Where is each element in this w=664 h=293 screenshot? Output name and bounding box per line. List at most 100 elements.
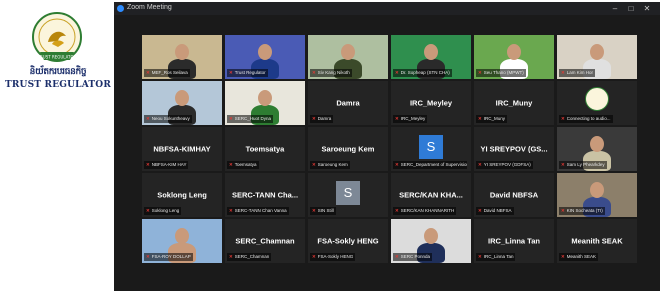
participant-tile[interactable]: ✕ Siv Kang Nikoth [308, 35, 388, 79]
window-title-bar: Zoom Meeting – □ ✕ [114, 2, 660, 15]
participant-head [507, 44, 521, 60]
participant-label: ✕ SIN Still [310, 207, 336, 215]
participant-tile[interactable]: SERC/KAN KHA... ✕ SERC/KAN KHANNARITH [391, 173, 471, 217]
participant-name: FSA-Sokly HENG [317, 236, 379, 246]
participant-name: Soklong Leng [157, 190, 207, 200]
participant-tile[interactable]: ✕ Dr. Sopheap (STN CHA) [391, 35, 471, 79]
muted-microphone-icon: ✕ [478, 254, 482, 259]
participant-tile[interactable]: S ✕ SERC_Department of Supervision [391, 127, 471, 171]
participant-tile[interactable]: Meanith SEAK ✕ Meanith SEAK [557, 219, 637, 263]
participant-name: Meanith SEAK [571, 236, 623, 246]
participant-tile[interactable]: ✕ Sam Ly Phearkdey [557, 127, 637, 171]
participant-label: ✕ YI SREYPOV (GDFSA) [476, 161, 533, 169]
participant-tile[interactable]: SERC-TANN Cha... ✕ SERC-TANN Chan Vanna [225, 173, 305, 217]
muted-microphone-icon: ✕ [312, 208, 316, 213]
participant-label-text: Neou Sokuntheavy [151, 116, 190, 121]
participant-label-text: Toemsatya [234, 162, 257, 167]
participant-label: ✕ Lam Kim Hor [559, 69, 596, 77]
participant-label-text: Seu Thano (MPWT) [483, 70, 524, 75]
participant-label: ✕ IRC_Linna Tan [476, 253, 516, 261]
emblem-ribbon-text: TRUST REGULATOR [37, 55, 77, 60]
participant-tile[interactable]: ✕ Trust Regulator [225, 35, 305, 79]
close-button[interactable]: ✕ [640, 3, 654, 14]
participant-label: ✕ Connecting to audio... [559, 115, 613, 123]
participant-logo-icon [585, 87, 609, 111]
muted-microphone-icon: ✕ [395, 70, 399, 75]
muted-microphone-icon: ✕ [561, 208, 565, 213]
maximize-button[interactable]: □ [624, 3, 638, 14]
participant-label: ✕ SERC/KAN KHANNARITH [393, 207, 457, 215]
participant-label-text: Sam Ly Phearkdey [566, 162, 605, 167]
participant-label-text: Soklong Leng [151, 208, 180, 213]
participant-label-text: IRC_Linna Tan [483, 254, 514, 259]
participant-label-text: Dr. Sopheap (STN CHA) [400, 70, 450, 75]
participant-label-text: IRC_Muny [483, 116, 506, 121]
participant-tile[interactable]: ✕ MEF_Ros Seilava [142, 35, 222, 79]
participant-name: NBFSA-KIMHAY [153, 144, 211, 154]
participant-label: ✕ Soklong Leng [144, 207, 182, 215]
participant-label: ✕ Sam Ly Phearkdey [559, 161, 607, 169]
trust-regulator-logo: TRUST REGULATOR និយ័តករបរធនកិច្ច TRUST R… [0, 0, 114, 293]
participant-label-text: FSA-Sokly HENG [317, 254, 354, 259]
window-title: Zoom Meeting [127, 4, 172, 11]
participant-tile[interactable]: SERC_Chamnan ✕ SERC_Chamnan [225, 219, 305, 263]
minimize-button[interactable]: – [608, 3, 622, 14]
participant-label-text: David NBFSA [483, 208, 512, 213]
participant-label-text: KIN Socheata (TI) [566, 208, 603, 213]
participant-tile[interactable]: ✕ Seu Thano (MPWT) [474, 35, 554, 79]
participant-grid: ✕ MEF_Ros Seilava ✕ Trust Regulator ✕ Siv Kan… [114, 15, 660, 291]
muted-microphone-icon: ✕ [561, 254, 565, 259]
participant-head [590, 182, 604, 198]
logo-khmer-text: និយ័តករបរធនកិច្ច [29, 67, 87, 77]
participant-head [258, 44, 272, 60]
participant-label: ✕ IRC_Muny [476, 115, 508, 123]
muted-microphone-icon: ✕ [146, 162, 150, 167]
muted-microphone-icon: ✕ [229, 208, 233, 213]
zoom-app-icon [117, 5, 124, 12]
participant-tile[interactable]: Saroeung Kem ✕ Saroeung Kem [308, 127, 388, 171]
participant-name: David NBFSA [489, 190, 539, 200]
participant-tile[interactable]: FSA-Sokly HENG ✕ FSA-Sokly HENG [308, 219, 388, 263]
participant-label-text: Connecting to audio... [566, 116, 611, 121]
participant-tile[interactable]: ✕ KIN Socheata (TI) [557, 173, 637, 217]
participant-tile[interactable]: ✕ Connecting to audio... [557, 81, 637, 125]
participant-tile[interactable]: ✕ Neou Sokuntheavy [142, 81, 222, 125]
participant-tile[interactable]: IRC_Meyley ✕ IRC_Meyley [391, 81, 471, 125]
participant-label: ✕ FSA-ROY DOLLAP [144, 253, 193, 261]
muted-microphone-icon: ✕ [229, 70, 233, 75]
participant-label: ✕ KIN Socheata (TI) [559, 207, 605, 215]
participant-label: ✕ Siv Kang Nikoth [310, 69, 352, 77]
participant-tile[interactable]: S ✕ SIN Still [308, 173, 388, 217]
trust-regulator-emblem-icon: TRUST REGULATOR [32, 12, 82, 62]
participant-tile[interactable]: Soklong Leng ✕ Soklong Leng [142, 173, 222, 217]
participant-tile[interactable]: David NBFSA ✕ David NBFSA [474, 173, 554, 217]
participant-tile[interactable]: ✕ Lam Kim Hor [557, 35, 637, 79]
participant-tile[interactable]: IRC_Muny ✕ IRC_Muny [474, 81, 554, 125]
participant-name: IRC_Linna Tan [488, 236, 540, 246]
participant-label: ✕ Saroeung Kem [310, 161, 350, 169]
participant-tile[interactable]: ✕ SERC Ponnda [391, 219, 471, 263]
participant-label-text: NBFSA-KIM HAY [151, 162, 187, 167]
participant-tile[interactable]: IRC_Linna Tan ✕ IRC_Linna Tan [474, 219, 554, 263]
participant-tile[interactable]: ✕ FSA-ROY DOLLAP [142, 219, 222, 263]
participant-head [590, 44, 604, 60]
participant-head [341, 44, 355, 60]
participant-name: Damra [336, 98, 360, 108]
muted-microphone-icon: ✕ [312, 116, 316, 121]
muted-microphone-icon: ✕ [395, 254, 399, 259]
participant-tile[interactable]: YI SREYPOV (GS... ✕ YI SREYPOV (GDFSA) [474, 127, 554, 171]
participant-tile[interactable]: Damra ✕ Damra [308, 81, 388, 125]
participant-label: ✕ MEF_Ros Seilava [144, 69, 190, 77]
muted-microphone-icon: ✕ [146, 116, 150, 121]
participant-tile[interactable]: NBFSA-KIMHAY ✕ NBFSA-KIM HAY [142, 127, 222, 171]
participant-label-text: Siv Kang Nikoth [317, 70, 350, 75]
muted-microphone-icon: ✕ [229, 162, 233, 167]
zoom-meeting-window: Zoom Meeting – □ ✕ ✕ MEF_Ros Seilava ✕ Trus… [114, 2, 660, 291]
participant-label-text: MEF_Ros Seilava [151, 70, 188, 75]
participant-label: ✕ Trust Regulator [227, 69, 268, 77]
participant-label: ✕ David NBFSA [476, 207, 514, 215]
participant-tile[interactable]: Toemsatya ✕ Toemsatya [225, 127, 305, 171]
participant-label-text: YI SREYPOV (GDFSA) [483, 162, 531, 167]
participant-tile[interactable]: ✕ SERC_Huot Dyna [225, 81, 305, 125]
participant-label: ✕ IRC_Meyley [393, 115, 428, 123]
